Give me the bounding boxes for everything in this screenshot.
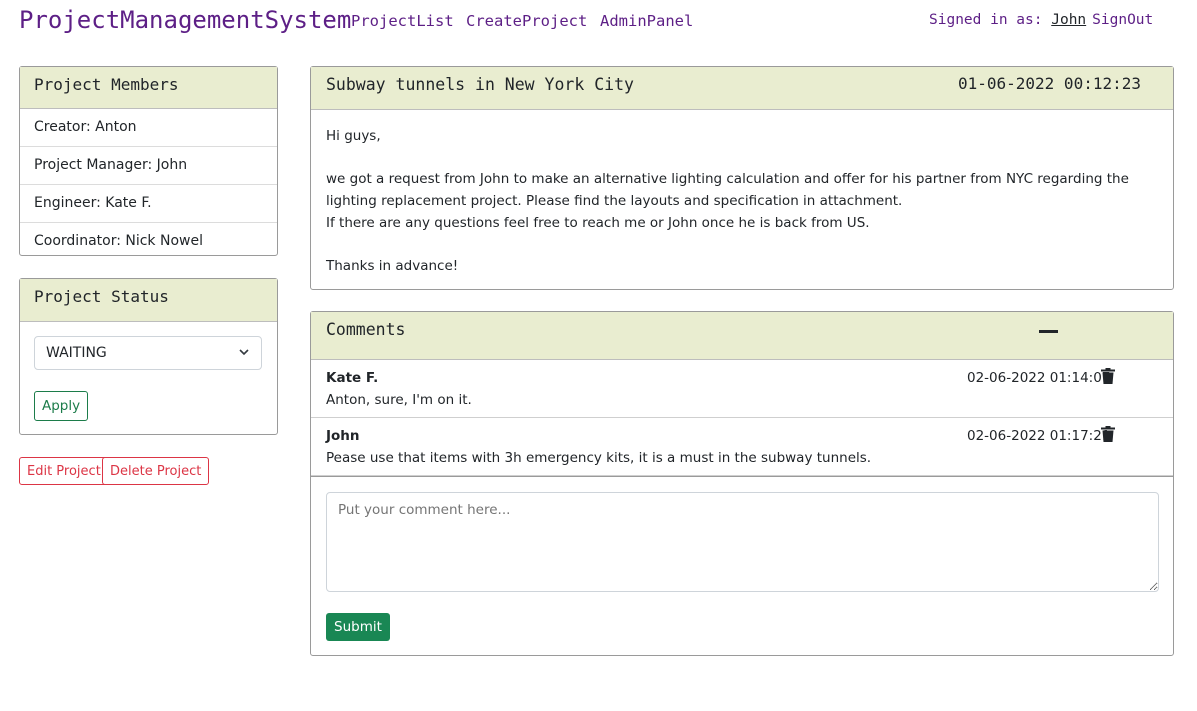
comment-composer: Submit xyxy=(311,476,1173,657)
members-list: Creator: Anton Project Manager: John Eng… xyxy=(20,109,277,260)
nav-create-project[interactable]: CreateProject xyxy=(466,12,587,30)
comment-text: Pease use that items with 3h emergency k… xyxy=(326,450,872,466)
post-body: Hi guys, we got a request from John to m… xyxy=(311,110,1173,294)
comments-card: Comments Kate F. 02-06-2022 01:14:07 Ant… xyxy=(310,311,1174,656)
comment-author: Kate F. xyxy=(326,370,379,386)
project-status-title: Project Status xyxy=(20,279,277,322)
post-paragraph: Hi guys, xyxy=(326,128,381,144)
status-select[interactable]: WAITING xyxy=(34,336,262,370)
chevron-down-icon xyxy=(239,349,249,356)
brand-logo[interactable]: ProjectManagementSystem xyxy=(19,6,351,34)
submit-comment-button[interactable]: Submit xyxy=(326,613,390,641)
comment-text: Anton, sure, I'm on it. xyxy=(326,392,472,408)
comment-datetime: 02-06-2022 01:14:07 xyxy=(967,370,1111,386)
signed-in-label: Signed in as: xyxy=(929,12,1043,28)
nav-project-list[interactable]: ProjectList xyxy=(351,12,454,30)
post-header: Subway tunnels in New York City 01-06-20… xyxy=(311,67,1173,110)
comment-datetime: 02-06-2022 01:17:21 xyxy=(967,428,1111,444)
trash-icon[interactable] xyxy=(1101,426,1115,442)
member-item: Creator: Anton xyxy=(20,109,277,147)
current-user-link[interactable]: John xyxy=(1051,12,1086,28)
post-paragraph xyxy=(326,235,1158,257)
comment-input[interactable] xyxy=(326,492,1159,592)
project-post-card: Subway tunnels in New York City 01-06-20… xyxy=(310,66,1174,290)
comments-header: Comments xyxy=(311,312,1173,360)
comment-item: John 02-06-2022 01:17:21 Pease use that … xyxy=(311,418,1173,476)
project-status-card: Project Status WAITING Apply xyxy=(19,278,278,435)
collapse-icon[interactable] xyxy=(1039,330,1058,333)
member-item: Coordinator: Nick Nowel xyxy=(34,233,203,249)
project-members-title: Project Members xyxy=(20,67,277,109)
trash-icon[interactable] xyxy=(1101,368,1115,384)
edit-project-button[interactable]: Edit Project xyxy=(19,457,109,485)
member-item: Engineer: Kate F. xyxy=(20,185,277,223)
comment-item: Kate F. 02-06-2022 01:14:07 Anton, sure,… xyxy=(311,360,1173,418)
post-paragraph xyxy=(326,148,1158,170)
comments-title: Comments xyxy=(326,320,406,339)
nav-admin-panel[interactable]: AdminPanel xyxy=(600,12,693,30)
post-datetime: 01-06-2022 00:12:23 xyxy=(957,74,1141,93)
post-paragraph: If there are any questions feel free to … xyxy=(326,214,870,231)
status-selected-value: WAITING xyxy=(46,345,107,361)
post-paragraph: Thanks in advance! xyxy=(326,258,459,275)
delete-project-button[interactable]: Delete Project xyxy=(102,457,210,485)
post-title: Subway tunnels in New York City xyxy=(326,75,634,94)
member-item: Project Manager: John xyxy=(20,147,277,185)
signed-in-info: Signed in as: John SignOut xyxy=(929,12,1153,28)
signout-link[interactable]: SignOut xyxy=(1092,12,1153,28)
comment-author: John xyxy=(326,428,360,444)
post-paragraph: we got a request from John to make an al… xyxy=(326,171,1129,210)
project-members-card: Project Members Creator: Anton Project M… xyxy=(19,66,278,256)
apply-status-button[interactable]: Apply xyxy=(34,391,89,421)
